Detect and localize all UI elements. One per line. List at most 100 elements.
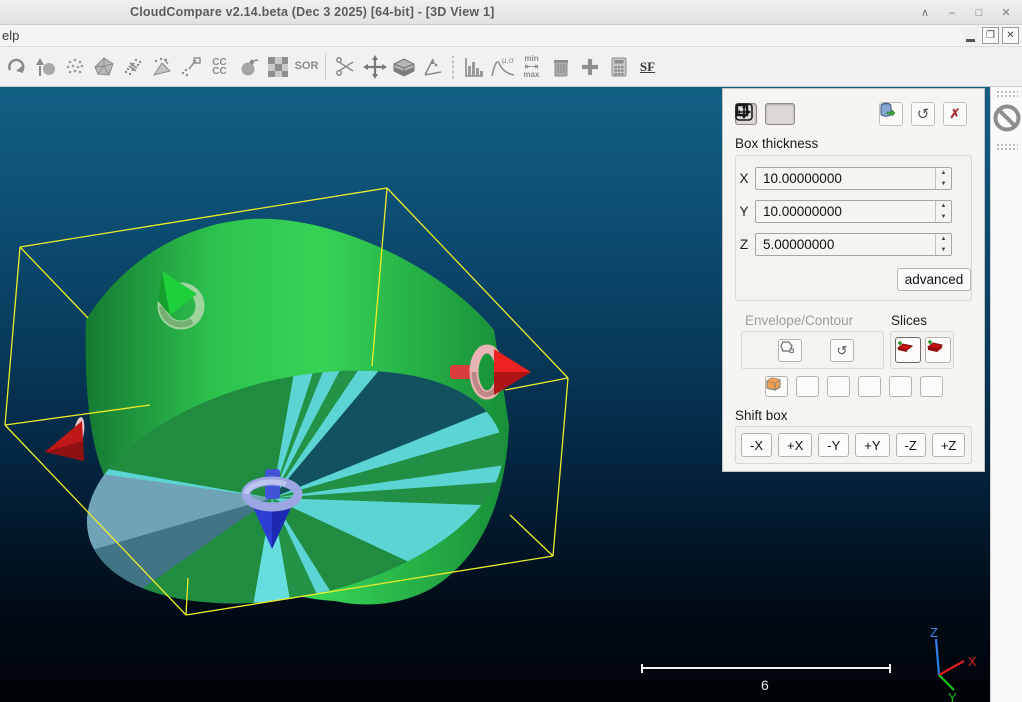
main-area: 6 Z X Y (0, 87, 1022, 702)
z-spin-up[interactable]: ▲ (936, 234, 951, 245)
minimize-button[interactable]: – (944, 5, 960, 21)
bomb-icon[interactable] (234, 53, 263, 81)
shift-minus-z-button[interactable]: -Z (896, 433, 926, 457)
axis-label-x: X (968, 654, 977, 669)
view-face-buttons (765, 376, 943, 397)
mdi-minimize-button[interactable] (962, 27, 979, 44)
cloud-mesh-distance-icon[interactable] (147, 53, 176, 81)
export-slice-button[interactable] (879, 102, 903, 126)
delete-trash-icon[interactable] (546, 53, 575, 81)
cloudcompare-window: CloudCompare v2.14.beta (Dec 3 2025) [64… (0, 0, 1022, 702)
window-title: CloudCompare v2.14.beta (Dec 3 2025) [64… (130, 5, 494, 19)
show-interactors-toggle[interactable] (765, 103, 795, 125)
sf-calculator-icon[interactable] (604, 53, 633, 81)
register-icon[interactable] (118, 53, 147, 81)
shift-plus-y-button[interactable]: +Y (855, 433, 889, 457)
cc-bottom-label: CC (212, 66, 226, 77)
clear-envelope-button[interactable]: ↺ (830, 339, 854, 362)
segment-scissors-icon[interactable] (331, 53, 360, 81)
y-spin-down[interactable]: ▼ (936, 212, 951, 223)
sor-filter-icon[interactable]: SOR (292, 53, 321, 81)
reset-button[interactable]: ↺ (911, 102, 935, 126)
set-view-minus-z-button[interactable] (889, 376, 912, 397)
shift-plus-x-button[interactable]: +X (778, 433, 812, 457)
toolbar-separator (325, 54, 327, 80)
apply-transformation-icon[interactable] (31, 53, 60, 81)
panel-close-button[interactable]: ✗ (943, 102, 967, 126)
set-view-minus-y-button[interactable] (827, 376, 850, 397)
axis-label-y: Y (948, 690, 957, 702)
scalar-field-icon[interactable]: SF (633, 53, 662, 81)
shift-box-label: Shift box (735, 408, 788, 423)
close-button[interactable]: ✕ (998, 5, 1014, 21)
svg-text:μ,σ: μ,σ (502, 56, 514, 65)
add-plus-icon[interactable] (575, 53, 604, 81)
extract-slice-button[interactable] (895, 337, 921, 363)
envelope-group: ↺ (741, 331, 884, 369)
cross-section-box-icon[interactable] (389, 53, 418, 81)
title-bar: CloudCompare v2.14.beta (Dec 3 2025) [64… (0, 0, 1022, 25)
rotate-view-icon[interactable] (2, 53, 31, 81)
extract-envelope-button[interactable] (778, 339, 802, 362)
scale-bar (642, 664, 890, 673)
mdi-window-controls: ❐ ✕ (962, 27, 1019, 44)
reset-icon: ↺ (917, 105, 930, 123)
box-thickness-label: Box thickness (735, 136, 818, 151)
viewport-3d[interactable]: 6 Z X Y (0, 87, 990, 702)
maximize-button[interactable]: □ (971, 5, 987, 21)
slices-group (890, 331, 954, 369)
y-thickness-input[interactable] (755, 200, 952, 223)
axis-triad (936, 639, 964, 690)
advanced-button[interactable]: advanced (897, 268, 971, 291)
shift-minus-x-button[interactable]: -X (741, 433, 772, 457)
x-thickness-label: X (733, 171, 755, 186)
y-spin-up[interactable]: ▲ (936, 201, 951, 212)
set-view-plus-x-button[interactable] (796, 376, 819, 397)
shift-minus-y-button[interactable]: -Y (818, 433, 849, 457)
gl-filter-toolbar (990, 87, 1022, 702)
scale-bar-label: 6 (761, 677, 769, 693)
minimize-dash-icon (966, 39, 975, 42)
close-icon: ✗ (950, 106, 961, 122)
z-thickness-input[interactable] (755, 233, 952, 256)
y-thickness-label: Y (733, 204, 755, 219)
envelope-contour-label: Envelope/Contour (745, 313, 853, 328)
z-thickness-spinbox[interactable]: ▲▼ (755, 233, 952, 256)
shade-button[interactable]: ∧ (917, 5, 933, 21)
set-view-plus-y-button[interactable] (858, 376, 881, 397)
undo-icon: ↺ (837, 343, 848, 359)
z-thickness-label: Z (733, 237, 755, 252)
set-view-plus-z-button[interactable] (920, 376, 943, 397)
mesh-icon[interactable] (89, 53, 118, 81)
checkerboard-icon[interactable] (263, 53, 292, 81)
gaussian-stats-icon[interactable]: μ,σ (488, 53, 517, 81)
subsample-icon[interactable] (60, 53, 89, 81)
x-thickness-input[interactable] (755, 167, 952, 190)
menu-help-partial[interactable]: elp (2, 28, 19, 43)
axis-label-z: Z (930, 625, 938, 640)
shift-buttons: -X +X -Y +Y -Z +Z (741, 433, 965, 457)
mdi-restore-button[interactable]: ❐ (982, 27, 999, 44)
y-thickness-spinbox[interactable]: ▲▼ (755, 200, 952, 223)
translate-rotate-icon[interactable] (360, 53, 389, 81)
x-spin-up[interactable]: ▲ (936, 168, 951, 179)
x-spin-down[interactable]: ▼ (936, 179, 951, 190)
histogram-icon[interactable] (459, 53, 488, 81)
toolbar-grip-handle[interactable] (996, 90, 1018, 97)
z-spin-down[interactable]: ▼ (936, 245, 951, 256)
cross-section-panel: ↺ ✗ Box thickness X ▲▼ Y (722, 88, 985, 472)
clouds-compare-icon[interactable]: CCCC (205, 53, 234, 81)
x-thickness-spinbox[interactable]: ▲▼ (755, 167, 952, 190)
min-max-filter-icon[interactable]: min⇤⇥max (517, 53, 546, 81)
main-toolbar: CCCC SOR μ,σ m (0, 47, 1022, 87)
shift-plus-z-button[interactable]: +Z (932, 433, 966, 457)
window-controls: ∧ – □ ✕ (917, 0, 1014, 25)
toolbar-grip-handle-2[interactable] (996, 143, 1018, 150)
point-list-picking-icon[interactable] (418, 53, 447, 81)
clip-box-arrow-left-x[interactable] (45, 416, 86, 461)
slices-label: Slices (891, 313, 927, 328)
extract-multi-slices-button[interactable] (925, 337, 951, 363)
no-filter-icon[interactable] (991, 101, 1022, 135)
point-picking-icon[interactable] (176, 53, 205, 81)
mdi-close-button[interactable]: ✕ (1002, 27, 1019, 44)
